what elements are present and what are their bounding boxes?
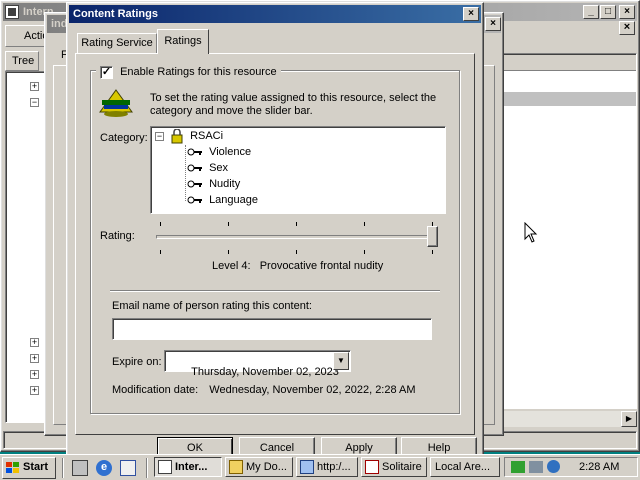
- tree-expand-4[interactable]: +: [30, 370, 39, 379]
- enable-ratings-checkbox-row[interactable]: ✓ Enable Ratings for this resource: [96, 64, 281, 80]
- tree-item-sex[interactable]: Sex: [187, 160, 228, 176]
- instruction-text: To set the rating value assigned to this…: [150, 92, 437, 117]
- system-tray: 2:28 AM: [504, 457, 638, 477]
- start-button[interactable]: Start: [2, 457, 56, 479]
- quicklaunch-ie-icon[interactable]: e: [96, 460, 112, 476]
- enable-ratings-label: Enable Ratings for this resource: [120, 66, 277, 78]
- slider-tick: [296, 222, 297, 226]
- rsaci-lock-icon: [171, 127, 183, 144]
- tree-expand-3[interactable]: +: [30, 354, 39, 363]
- tray-globe-icon[interactable]: [547, 460, 560, 473]
- close-button[interactable]: ×: [619, 5, 635, 19]
- tray-arrow-icon[interactable]: [511, 461, 525, 473]
- slider-track: [156, 235, 438, 239]
- expire-date[interactable]: , November 02, 2023: [236, 366, 339, 378]
- task-solitaire[interactable]: Solitaire: [361, 457, 427, 477]
- task-iis[interactable]: Inter...: [154, 457, 222, 477]
- slider-tick: [228, 250, 229, 254]
- list-header: [503, 55, 636, 71]
- key-icon: [187, 148, 202, 156]
- date-dropdown-button[interactable]: ▼: [333, 352, 349, 370]
- clock[interactable]: 2:28 AM: [579, 461, 619, 473]
- tree-root-collapse[interactable]: −: [155, 132, 164, 141]
- list-pane[interactable]: [501, 53, 637, 409]
- slider-tick: [296, 250, 297, 254]
- tree-item-violence[interactable]: Violence: [187, 144, 251, 160]
- slider-tick: [160, 250, 161, 254]
- tree-pane[interactable]: + − + + + +: [5, 71, 49, 423]
- slider-tick: [432, 250, 433, 254]
- key-icon: [187, 164, 202, 172]
- key-icon: [187, 180, 202, 188]
- dialog-titlebar[interactable]: Content Ratings: [69, 5, 481, 23]
- tree-line-vertical: [185, 145, 186, 201]
- quicklaunch-desktop-icon[interactable]: [72, 460, 88, 476]
- tray-network-icon[interactable]: [529, 461, 543, 473]
- tree-item-language[interactable]: Language: [187, 192, 258, 208]
- modification-label: Modification date:: [112, 384, 199, 396]
- content-ratings-dialog: Content Ratings × Rating Service Ratings…: [66, 2, 484, 459]
- modification-value: Wednesday, November 02, 2022, 2:28 AM: [209, 384, 416, 396]
- tree-expand-1[interactable]: +: [30, 82, 39, 91]
- tree-expand-5[interactable]: +: [30, 386, 39, 395]
- taskbar-divider: [62, 458, 64, 478]
- slider-thumb[interactable]: [427, 226, 438, 247]
- mouse-cursor-icon: [524, 222, 538, 243]
- maximize-button[interactable]: □: [600, 5, 616, 19]
- cards-icon: [365, 460, 379, 474]
- ratings-panel: ✓ Enable Ratings for this resource To se…: [75, 53, 475, 435]
- task-my-documents[interactable]: My Do...: [225, 457, 293, 477]
- dialog-title: Content Ratings: [73, 8, 158, 20]
- separator: [110, 290, 440, 292]
- expire-date-picker[interactable]: Thursday, November 02, 2023 ▼: [164, 350, 351, 378]
- dialog-close-button[interactable]: ×: [463, 7, 479, 21]
- rating-label: Rating:: [100, 230, 135, 242]
- rsaci-logo-icon: [99, 89, 133, 117]
- slider-tick: [228, 222, 229, 226]
- bg-inner-close-button[interactable]: ×: [619, 21, 635, 35]
- scroll-right-arrow[interactable]: ▶: [621, 411, 637, 427]
- windows-logo-icon: [6, 462, 19, 473]
- email-input[interactable]: [112, 318, 432, 340]
- category-tree[interactable]: − RSACi Violence Sex Nudity Language: [150, 126, 446, 214]
- tree-tab[interactable]: Tree: [5, 51, 39, 71]
- list-selected-row[interactable]: [503, 92, 636, 106]
- folder-icon: [229, 460, 243, 474]
- slider-tick: [160, 222, 161, 226]
- tree-item-nudity[interactable]: Nudity: [187, 176, 240, 192]
- task-local-area[interactable]: Local Are...: [430, 457, 500, 477]
- expire-day[interactable]: Thursday: [191, 366, 236, 378]
- tab-rating-service[interactable]: Rating Service: [77, 33, 157, 53]
- tree-root[interactable]: RSACi: [169, 127, 223, 144]
- app-icon: [5, 5, 19, 19]
- task-browser[interactable]: http:/...: [296, 457, 358, 477]
- level-description: Level 4: Provocative frontal nudity: [212, 260, 384, 272]
- category-label: Category:: [100, 132, 148, 144]
- email-label: Email name of person rating this content…: [112, 300, 312, 312]
- slider-tick: [364, 222, 365, 226]
- ie-page-icon: [300, 460, 314, 474]
- tree-expand-2[interactable]: +: [30, 338, 39, 347]
- expire-label: Expire on:: [112, 356, 162, 368]
- taskbar-divider-2: [146, 458, 148, 478]
- quicklaunch-outlook-icon[interactable]: [120, 460, 136, 476]
- key-icon: [187, 196, 202, 204]
- tab-ratings[interactable]: Ratings: [157, 29, 209, 54]
- mid-close-button[interactable]: ×: [485, 17, 501, 31]
- enable-ratings-checkbox[interactable]: ✓: [100, 65, 113, 79]
- iis-icon: [158, 460, 172, 474]
- horizontal-scrollbar[interactable]: ▶: [501, 411, 637, 427]
- rating-slider[interactable]: [156, 222, 440, 254]
- modification-row: Modification date: Wednesday, November 0…: [112, 384, 416, 396]
- slider-tick: [364, 250, 365, 254]
- tree-collapse-1[interactable]: −: [30, 98, 39, 107]
- minimize-button[interactable]: _: [583, 5, 599, 19]
